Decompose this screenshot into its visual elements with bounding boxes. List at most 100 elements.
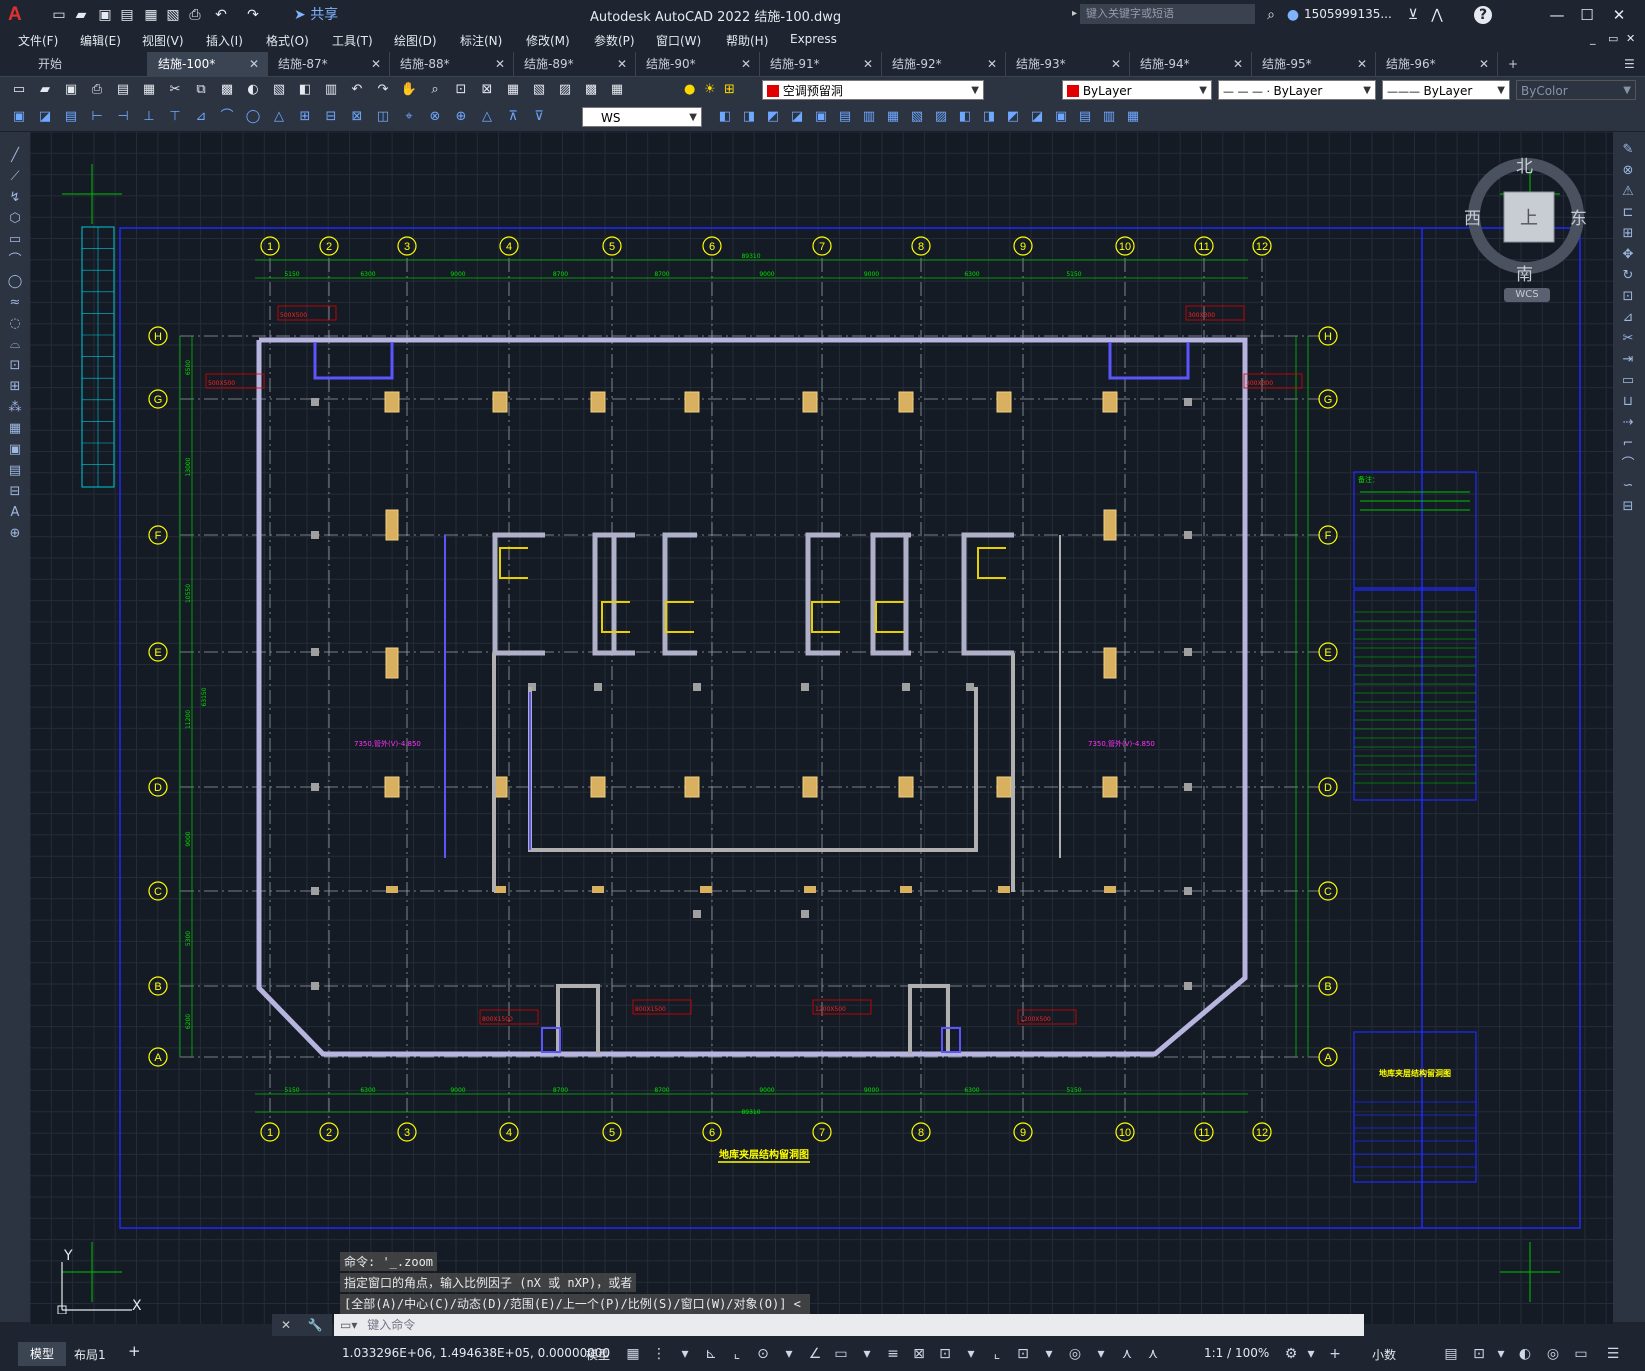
layout1-tab[interactable]: 布局1: [74, 1346, 106, 1363]
tab-start[interactable]: 开始: [28, 52, 148, 76]
view-tool-12-icon[interactable]: ◨: [980, 108, 998, 126]
view-tool-18-icon[interactable]: ▦: [1124, 108, 1142, 126]
status-toggle-21-icon[interactable]: ⋏: [1144, 1345, 1162, 1363]
help-icon[interactable]: ?: [1474, 6, 1492, 24]
maximize-button[interactable]: ☐: [1574, 4, 1600, 26]
tab-drawing-100[interactable]: 结施-100* ✕: [148, 52, 268, 76]
drawing-canvas[interactable]: 1 1 2 2 3 3 4 4 5 5 6 6 7 7 8 8 9 9 10 10 11 11 12 12 H H G G F F E E D D…: [30, 132, 1613, 1324]
standard-tool-24-icon[interactable]: ▦: [608, 81, 626, 99]
status-toggle-13-icon[interactable]: ⊡: [936, 1345, 954, 1363]
view-tool-11-icon[interactable]: ◧: [956, 108, 974, 126]
search-chevron-icon[interactable]: ▸: [1072, 8, 1077, 19]
tab-drawing-88[interactable]: 结施-88* ✕: [390, 52, 514, 76]
status-toggle-15-icon[interactable]: ⌞: [988, 1345, 1006, 1363]
dimension-tool-19-icon[interactable]: △: [478, 108, 496, 126]
standard-tool-13-icon[interactable]: ▥: [322, 81, 340, 99]
menu-insert[interactable]: 插入(I): [206, 32, 243, 49]
draw-tool-14-icon[interactable]: ▦: [6, 421, 24, 437]
standard-tool-4-icon[interactable]: ⎙: [88, 81, 106, 99]
modify-tool-3-icon[interactable]: ⚠: [1619, 184, 1637, 200]
modify-tool-18-icon[interactable]: ⊟: [1619, 499, 1637, 515]
view-tool-4-icon[interactable]: ◪: [788, 108, 806, 126]
status-toggle-14-icon[interactable]: ▾: [962, 1345, 980, 1363]
view-tool-1-icon[interactable]: ◧: [716, 108, 734, 126]
dimension-tool-18-icon[interactable]: ⊕: [452, 108, 470, 126]
lineweight-dropdown[interactable]: ——— ByLayer ▼: [1382, 80, 1510, 100]
status-toggle-3-icon[interactable]: ▾: [676, 1345, 694, 1363]
view-tool-6-icon[interactable]: ▤: [836, 108, 854, 126]
ucs-dropdown[interactable]: WS ▼: [582, 107, 702, 127]
standard-tool-18-icon[interactable]: ⊡: [452, 81, 470, 99]
status-toggle-7-icon[interactable]: ▾: [780, 1345, 798, 1363]
close-tab-icon[interactable]: ✕: [1479, 52, 1489, 76]
menu-draw[interactable]: 绘图(D): [394, 32, 437, 49]
status-toggle-8-icon[interactable]: ∠: [806, 1345, 824, 1363]
draw-tool-16-icon[interactable]: ▤: [6, 463, 24, 479]
dimension-tool-14-icon[interactable]: ⊠: [348, 108, 366, 126]
status-toggle-4-icon[interactable]: ⊾: [702, 1345, 720, 1363]
draw-tool-17-icon[interactable]: ⊟: [6, 484, 24, 500]
menu-window[interactable]: 窗口(W): [656, 32, 701, 49]
view-tool-7-icon[interactable]: ▥: [860, 108, 878, 126]
modify-tool-5-icon[interactable]: ⊞: [1619, 226, 1637, 242]
dimension-tool-16-icon[interactable]: ⌖: [400, 108, 418, 126]
status-toggle-1-icon[interactable]: ▦: [624, 1345, 642, 1363]
dimension-tool-21-icon[interactable]: ⊽: [530, 108, 548, 126]
viewcube-top-face[interactable]: 上: [1520, 204, 1538, 230]
status-right-2-icon[interactable]: ▾: [1302, 1345, 1320, 1363]
modify-tool-12-icon[interactable]: ▭: [1619, 373, 1637, 389]
customize-icon[interactable]: 🔧: [298, 1314, 332, 1336]
view-tool-5-icon[interactable]: ▣: [812, 108, 830, 126]
draw-tool-13-icon[interactable]: ⁂: [6, 400, 24, 416]
view-tool-13-icon[interactable]: ◩: [1004, 108, 1022, 126]
dimension-tool-10-icon[interactable]: ◯: [244, 108, 262, 126]
menu-file[interactable]: 文件(F): [18, 32, 58, 49]
tab-drawing-89[interactable]: 结施-89* ✕: [514, 52, 636, 76]
autocad-logo-icon[interactable]: A: [8, 4, 30, 26]
standard-tool-16-icon[interactable]: ✋: [400, 81, 418, 99]
doc-restore-button[interactable]: ▭: [1608, 32, 1618, 45]
add-layout-button[interactable]: +: [128, 1342, 141, 1360]
draw-tool-12-icon[interactable]: ⊞: [6, 379, 24, 395]
dimension-tool-8-icon[interactable]: ⊿: [192, 108, 210, 126]
dimension-tool-11-icon[interactable]: △: [270, 108, 288, 126]
standard-tool-2-icon[interactable]: ▰: [36, 81, 54, 99]
layer-bulb-icon[interactable]: ●: [684, 83, 698, 97]
status-right-5-icon[interactable]: ⊡: [1470, 1345, 1488, 1363]
dimension-tool-9-icon[interactable]: ⌒: [218, 108, 236, 126]
open-web-icon[interactable]: ▦: [142, 6, 160, 24]
dimension-tool-2-icon[interactable]: ◪: [36, 108, 54, 126]
close-tab-icon[interactable]: ✕: [371, 52, 381, 76]
save-icon[interactable]: ▣: [96, 6, 114, 24]
tab-drawing-96[interactable]: 结施-96* ✕: [1376, 52, 1498, 76]
tab-list-icon[interactable]: ☰: [1614, 52, 1644, 76]
status-right-7-icon[interactable]: ◐: [1516, 1345, 1534, 1363]
close-tab-icon[interactable]: ✕: [617, 52, 627, 76]
new-tab-button[interactable]: +: [1498, 52, 1528, 76]
units-dropdown[interactable]: 小数: [1372, 1346, 1396, 1363]
search-icon[interactable]: ⌕: [1262, 6, 1280, 24]
menu-format[interactable]: 格式(O): [266, 32, 309, 49]
view-tool-3-icon[interactable]: ◩: [764, 108, 782, 126]
plot-icon[interactable]: ⎙: [186, 6, 204, 24]
compass-south-label[interactable]: 南: [1516, 260, 1533, 285]
dimension-tool-6-icon[interactable]: ⊥: [140, 108, 158, 126]
dimension-tool-20-icon[interactable]: ⊼: [504, 108, 522, 126]
close-tab-icon[interactable]: ✕: [741, 52, 751, 76]
open-file-icon[interactable]: ▰: [72, 6, 90, 24]
viewcube[interactable]: 北 南 东 西 上 WCS: [1464, 152, 1587, 304]
standard-tool-3-icon[interactable]: ▣: [62, 81, 80, 99]
modify-tool-14-icon[interactable]: ⇢: [1619, 415, 1637, 431]
status-toggle-17-icon[interactable]: ▾: [1040, 1345, 1058, 1363]
status-right-6-icon[interactable]: ▾: [1492, 1345, 1510, 1363]
modify-tool-16-icon[interactable]: ⌒: [1619, 457, 1637, 473]
standard-tool-20-icon[interactable]: ▦: [504, 81, 522, 99]
draw-tool-5-icon[interactable]: ▭: [6, 232, 24, 248]
view-tool-2-icon[interactable]: ◨: [740, 108, 758, 126]
standard-tool-22-icon[interactable]: ▨: [556, 81, 574, 99]
tab-drawing-94[interactable]: 结施-94* ✕: [1130, 52, 1252, 76]
modify-tool-15-icon[interactable]: ⌐: [1619, 436, 1637, 452]
compass-north-label[interactable]: 北: [1516, 152, 1533, 177]
draw-tool-7-icon[interactable]: ◯: [6, 274, 24, 290]
linetype-dropdown[interactable]: — — — · ByLayer ▼: [1218, 80, 1376, 100]
